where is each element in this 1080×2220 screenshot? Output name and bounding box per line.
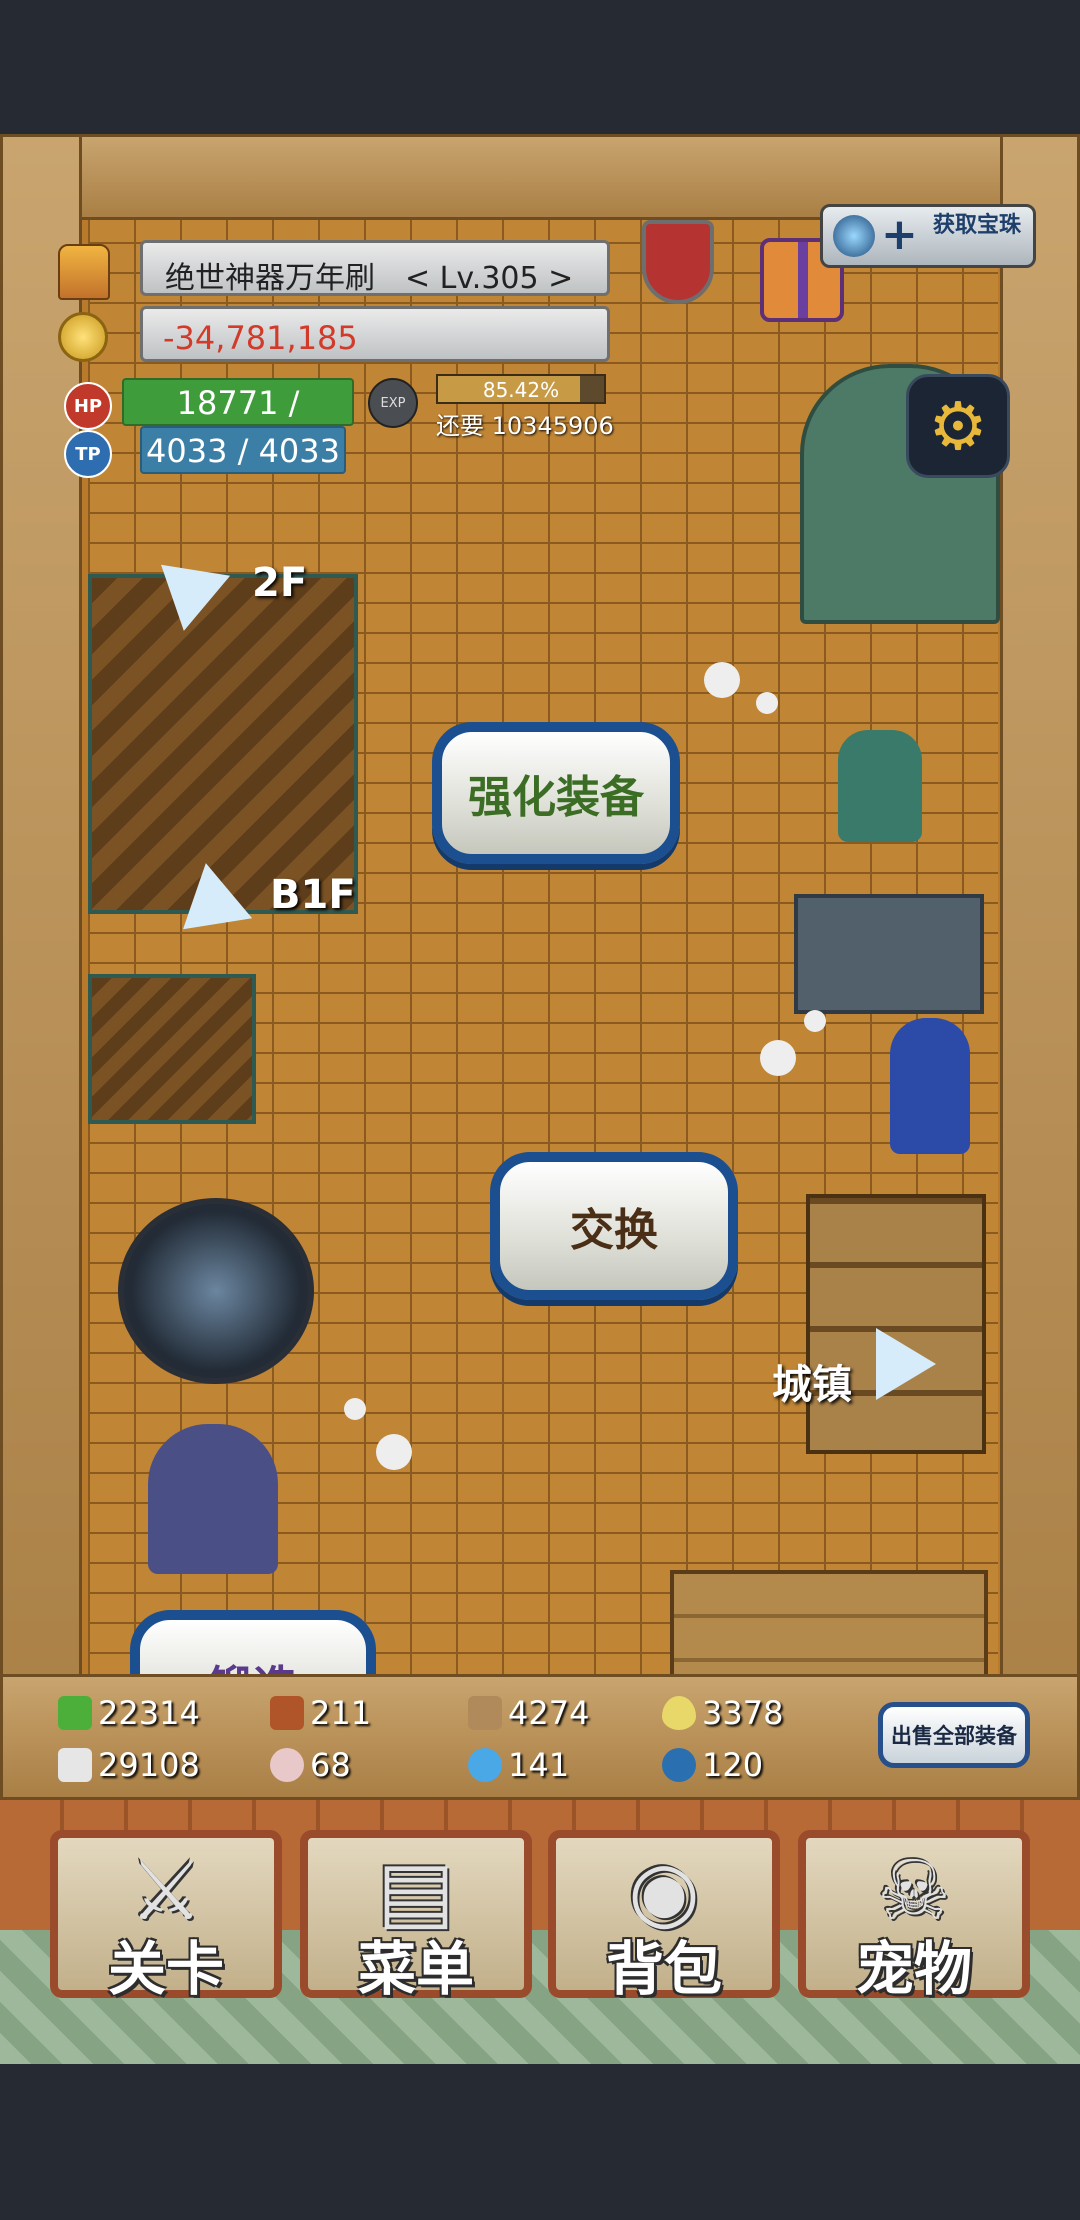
arrow-right-icon[interactable] xyxy=(876,1328,936,1400)
thought-bubble xyxy=(760,1040,796,1076)
trader-npc[interactable] xyxy=(890,1018,970,1154)
shelf xyxy=(806,1194,986,1454)
thought-bubble xyxy=(344,1398,366,1420)
water-icon xyxy=(468,1748,502,1782)
resource-drop: 3378 xyxy=(662,1694,783,1732)
stairs-up[interactable] xyxy=(88,574,358,914)
hp-bar: 18771 / 18771 xyxy=(122,378,354,460)
right-frame xyxy=(1000,134,1080,1784)
town-label[interactable]: 城镇 xyxy=(772,1352,852,1410)
get-orbs-label: 获取宝珠 xyxy=(933,213,1022,238)
enhance-equipment-button[interactable]: 强化装备 xyxy=(432,722,680,864)
exp-icon: EXP xyxy=(368,378,418,428)
orb-icon xyxy=(662,1748,696,1782)
hp-icon: HP xyxy=(64,382,112,430)
forge-npc[interactable] xyxy=(148,1424,278,1574)
thought-bubble xyxy=(756,692,778,714)
exchange-button[interactable]: 交换 xyxy=(490,1152,738,1300)
enhance-equipment-label: 强化装备 xyxy=(468,772,644,823)
nav-pet-button[interactable]: ☠ 宠物 xyxy=(798,1830,1030,2003)
floor-2f-label[interactable]: 2F xyxy=(252,560,307,606)
exchange-label: 交换 xyxy=(570,1205,658,1256)
shield-icon[interactable] xyxy=(642,220,714,304)
gift-ribbon xyxy=(798,242,808,318)
resource-herb: 22314 xyxy=(58,1694,200,1732)
floor-b1f-label[interactable]: B1F xyxy=(270,872,356,918)
get-orbs-button[interactable]: + 获取宝珠 xyxy=(820,204,1036,268)
gear-icon: ⚙ xyxy=(928,387,988,465)
nav-menu-button[interactable]: ▤ 菜单 xyxy=(300,1830,532,2003)
nav-bag-label: 背包 xyxy=(605,1935,722,2003)
nav-stage-label: 关卡 xyxy=(107,1935,224,2003)
thought-bubble xyxy=(704,662,740,698)
nav-pet-label: 宠物 xyxy=(855,1935,972,2003)
drop-icon xyxy=(662,1696,696,1730)
blacksmith-npc[interactable] xyxy=(838,730,922,842)
nav-menu-label: 菜单 xyxy=(357,1935,474,2003)
name-level-bar: 绝世神器万年刷 < Lv.305 > xyxy=(140,240,610,296)
exp-remaining: 还要 10345906 xyxy=(436,412,614,440)
resource-ore: 68 xyxy=(270,1746,351,1784)
settings-gear-button[interactable]: ⚙ xyxy=(906,374,1010,478)
resource-ingot: 29108 xyxy=(58,1746,200,1784)
gold-value: -34,781,185 xyxy=(163,319,358,357)
player-name-level: 绝世神器万年刷 < Lv.305 > xyxy=(165,261,574,296)
anvil xyxy=(794,894,984,1014)
resource-water: 141 xyxy=(468,1746,569,1784)
thought-bubble xyxy=(804,1010,826,1032)
ingot-icon xyxy=(58,1748,92,1782)
tp-value: 4033 / 4033 xyxy=(146,432,340,470)
nav-stage-button[interactable]: ⚔ 关卡 xyxy=(50,1830,282,2003)
sell-all-equipment-button[interactable]: 出售全部装备 xyxy=(878,1702,1030,1768)
stairs-down[interactable] xyxy=(88,974,256,1124)
log-icon xyxy=(270,1696,304,1730)
tp-bar: 4033 / 4033 xyxy=(140,426,346,474)
resource-log: 211 xyxy=(270,1694,371,1732)
coin-icon xyxy=(58,312,108,362)
gold-bar: -34,781,185 xyxy=(140,306,610,362)
nav-bag-button[interactable]: ◉ 背包 xyxy=(548,1830,780,2003)
resource-orb: 120 xyxy=(662,1746,763,1784)
herb-icon xyxy=(58,1696,92,1730)
resource-plank: 4274 xyxy=(468,1694,589,1732)
exp-percent: 85.42% xyxy=(482,378,560,402)
plank-icon xyxy=(468,1696,502,1730)
left-frame xyxy=(0,134,82,1784)
tp-icon: TP xyxy=(64,430,112,478)
thought-bubble xyxy=(376,1434,412,1470)
orb-icon xyxy=(833,215,875,257)
plus-icon: + xyxy=(881,209,918,260)
player-avatar[interactable] xyxy=(58,244,110,300)
cauldron xyxy=(118,1198,314,1384)
ore-icon xyxy=(270,1748,304,1782)
exp-bar: 85.42% xyxy=(436,374,606,404)
